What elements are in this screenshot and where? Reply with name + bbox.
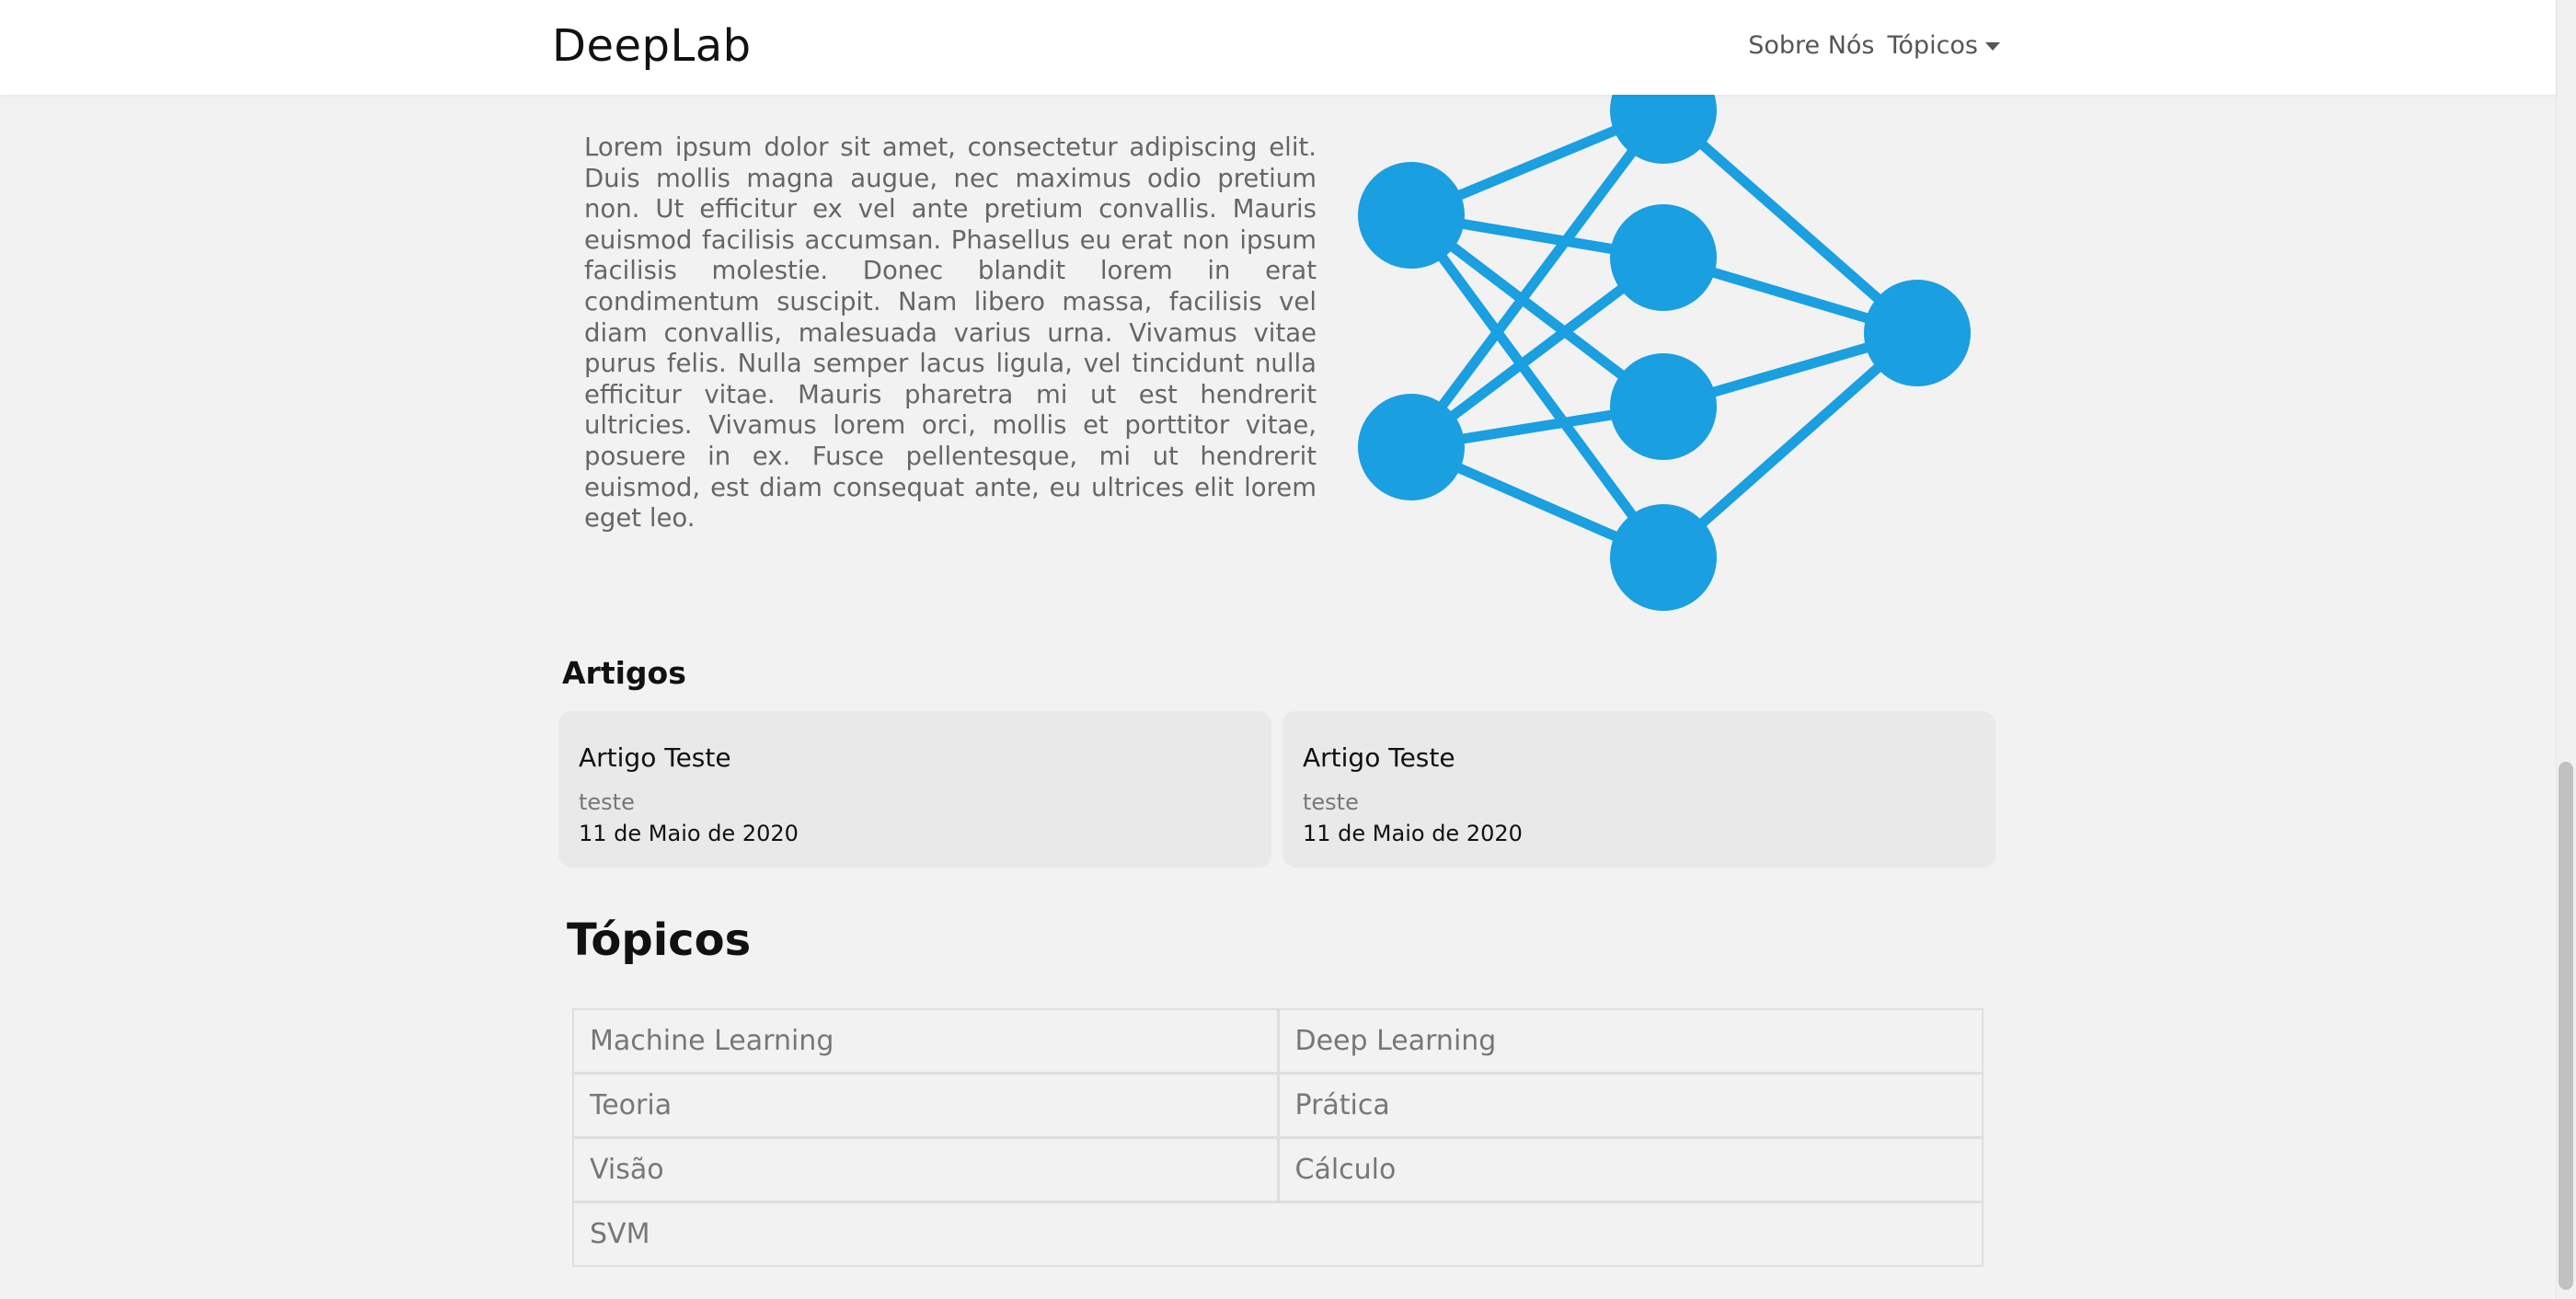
article-date: 11 de Maio de 2020 <box>1303 821 1523 846</box>
topics-heading: Tópicos <box>567 914 752 966</box>
nav-link-about[interactable]: Sobre Nós <box>1748 31 1874 60</box>
input-node <box>1358 394 1465 500</box>
article-title: Artigo Teste <box>579 742 731 773</box>
nav-dropdown-topics[interactable]: Tópicos <box>1887 31 2000 60</box>
topic-item-teoria[interactable]: Teoria <box>574 1075 1277 1136</box>
output-node <box>1864 280 1971 386</box>
article-card[interactable]: Artigo Teste teste 11 de Maio de 2020 <box>1282 711 1995 868</box>
article-description: teste <box>579 789 635 815</box>
topic-item-deep-learning[interactable]: Deep Learning <box>1279 1010 1982 1072</box>
brand-logo[interactable]: DeepLab <box>552 20 752 72</box>
hidden-node <box>1610 353 1717 460</box>
article-title: Artigo Teste <box>1303 742 1455 773</box>
topics-list: Machine Learning Deep Learning Teoria Pr… <box>572 1008 1984 1267</box>
articles-list: Artigo Teste teste 11 de Maio de 2020 Ar… <box>558 711 1995 868</box>
article-date: 11 de Maio de 2020 <box>579 821 799 846</box>
topic-item-machine-learning[interactable]: Machine Learning <box>574 1010 1277 1072</box>
navbar: DeepLab Sobre Nós Tópicos <box>0 0 2556 95</box>
nav-links: Sobre Nós Tópicos <box>1748 31 2000 60</box>
neural-network-icon <box>1358 92 1971 611</box>
topic-item-pratica[interactable]: Prática <box>1279 1075 1982 1136</box>
topic-item-svm[interactable]: SVM <box>574 1203 1982 1265</box>
network-edges <box>1406 105 1923 563</box>
nav-dropdown-topics-label: Tópicos <box>1887 31 1979 60</box>
page-scrollbar[interactable] <box>2556 0 2576 1299</box>
caret-down-icon <box>1985 42 2000 51</box>
article-card[interactable]: Artigo Teste teste 11 de Maio de 2020 <box>558 711 1271 868</box>
intro-paragraph: Lorem ipsum dolor sit amet, consectetur … <box>584 132 1317 534</box>
hidden-node <box>1610 204 1717 311</box>
hidden-node <box>1610 504 1717 611</box>
input-node <box>1358 162 1465 269</box>
scrollbar-thumb[interactable] <box>2559 762 2573 1290</box>
topic-item-visao[interactable]: Visão <box>574 1139 1277 1201</box>
network-nodes <box>1358 92 1971 611</box>
article-description: teste <box>1303 789 1359 815</box>
articles-heading: Artigos <box>562 655 686 691</box>
topic-item-calculo[interactable]: Cálculo <box>1279 1139 1982 1201</box>
